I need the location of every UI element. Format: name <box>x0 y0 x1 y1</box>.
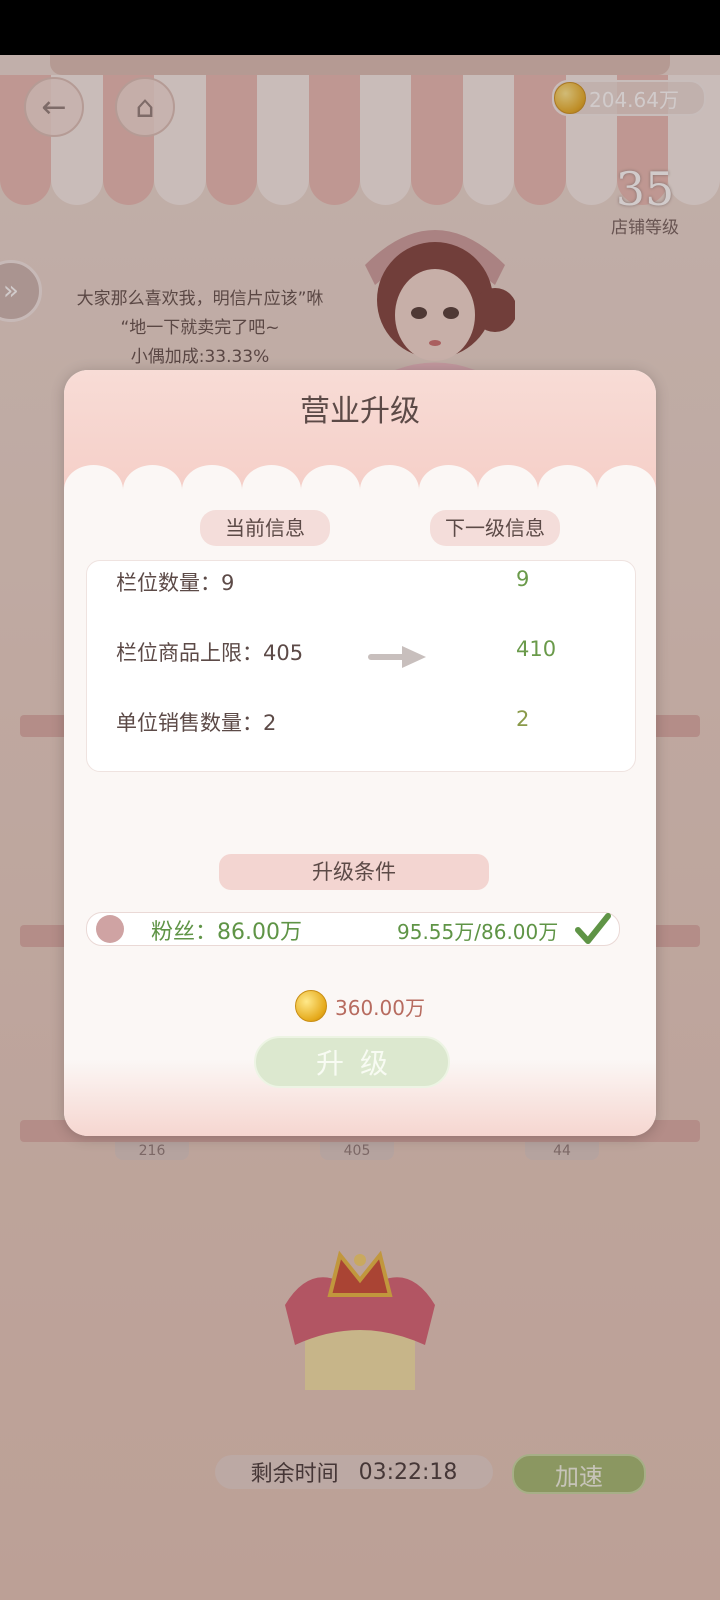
upgrade-cost-value: 360.00万 <box>335 995 425 1020</box>
fans-person-icon <box>96 915 124 943</box>
slot-limit-next: 410 <box>516 637 557 661</box>
dialog-title: 营业升级 <box>300 394 420 429</box>
check-icon <box>575 913 611 944</box>
fans-progress: 95.55万/86.00万 <box>397 920 559 944</box>
fans-condition-row: 粉丝：86.00万 95.55万/86.00万 <box>86 912 620 946</box>
next-level-info-header: 下一级信息 <box>430 510 560 546</box>
status-bar <box>0 0 720 55</box>
upgrade-cost: 360.00万 <box>64 990 656 1022</box>
sales-unit-current: 单位销售数量：2 <box>116 711 277 735</box>
slot-limit-row: 栏位商品上限：405 410 <box>116 637 616 677</box>
upgrade-button[interactable]: 升级 <box>254 1036 450 1088</box>
fans-requirement: 粉丝：86.00万 <box>151 920 302 945</box>
current-info-header: 当前信息 <box>200 510 330 546</box>
slot-limit-current: 栏位商品上限：405 <box>116 641 304 665</box>
upgrade-dialog: 营业升级 当前信息 下一级信息 栏位数量：9 9 栏位商品上限：405 410 … <box>64 370 656 1136</box>
gold-coin-icon <box>295 990 327 1022</box>
arrow-right-icon <box>368 646 426 668</box>
sales-unit-next: 2 <box>516 707 530 731</box>
slot-count-current: 栏位数量：9 <box>116 571 235 595</box>
sales-unit-row: 单位销售数量：2 2 <box>116 707 616 747</box>
slot-count-next: 9 <box>516 567 530 591</box>
slot-count-row: 栏位数量：9 9 <box>116 567 616 607</box>
upgrade-conditions-header: 升级条件 <box>219 854 489 890</box>
